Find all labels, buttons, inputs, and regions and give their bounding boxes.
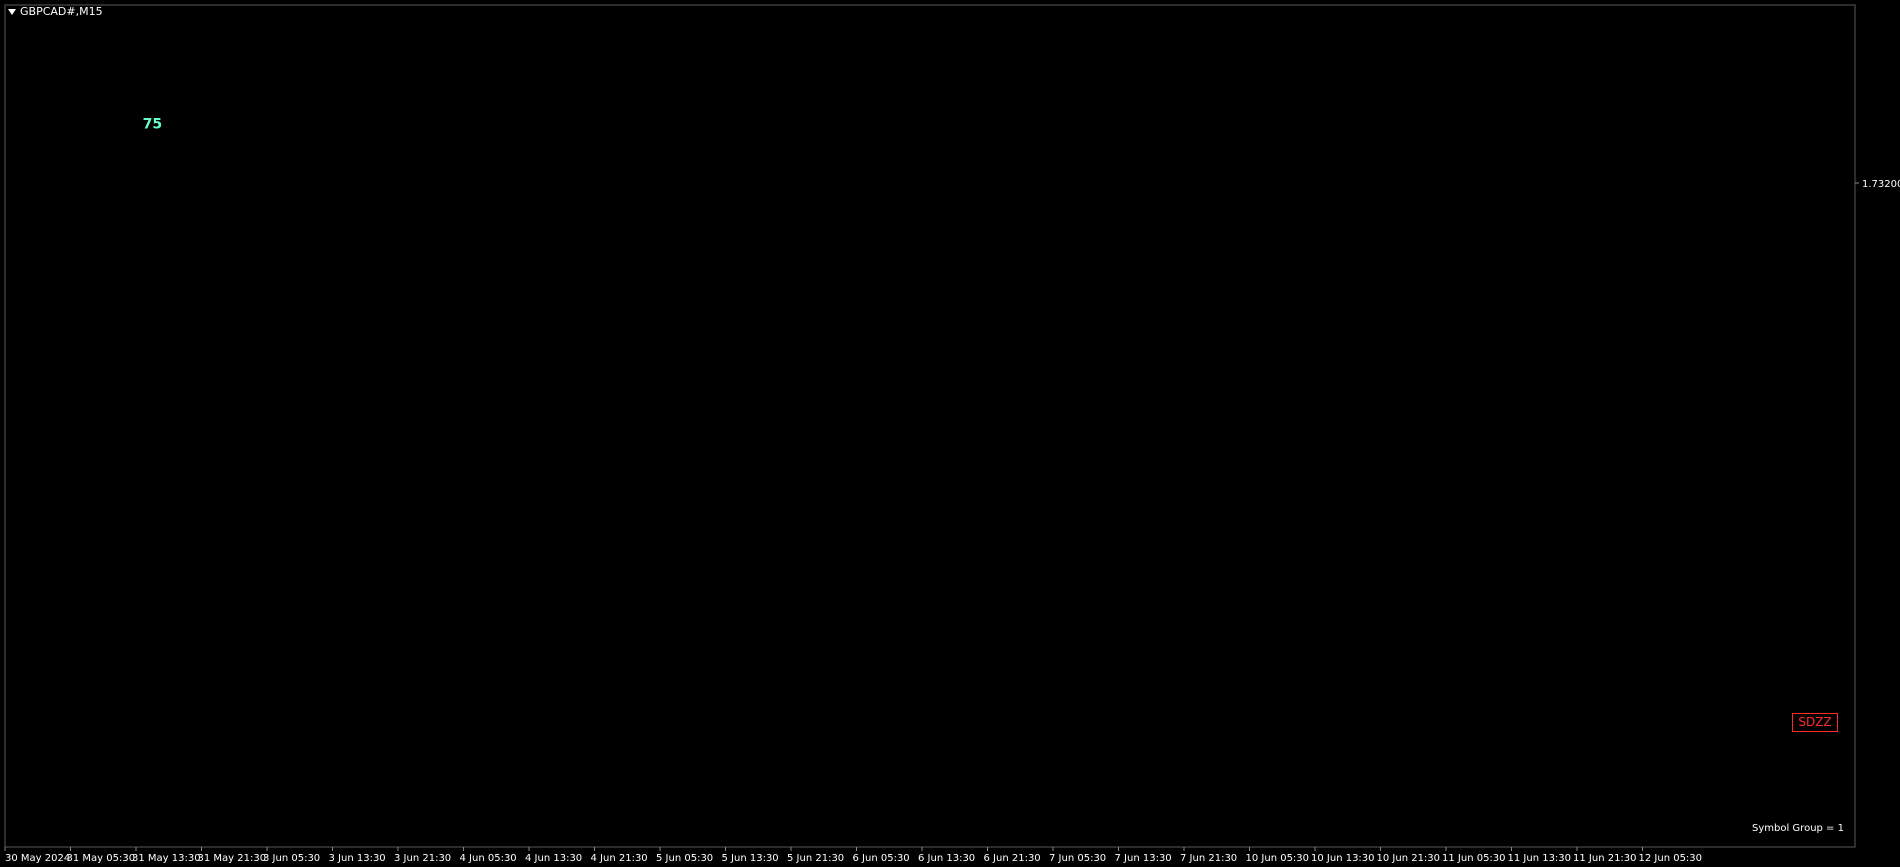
x-tick-label: 7 Jun 05:30 <box>1049 853 1106 864</box>
x-tick-label: 12 Jun 05:30 <box>1639 853 1703 864</box>
x-tick-label: 3 Jun 05:30 <box>263 853 320 864</box>
dropdown-triangle-icon[interactable] <box>8 9 16 15</box>
symbol-title[interactable]: GBPCAD#,M15 <box>8 5 103 18</box>
swing-labels: 95974141445772434056751264268685565 <box>143 117 162 133</box>
x-tick-label: 31 May 21:30 <box>198 853 267 864</box>
swing-low-label: 75 <box>143 117 162 133</box>
x-tick-label: 5 Jun 21:30 <box>787 853 844 864</box>
price-axis: 1.73200 <box>1855 179 1900 190</box>
x-tick-label: 31 May 05:30 <box>67 853 136 864</box>
x-tick-label: 3 Jun 13:30 <box>329 853 386 864</box>
price-chart[interactable]: 1.73200 30 May 202431 May 05:3031 May 13… <box>0 0 1900 867</box>
x-tick-label: 4 Jun 13:30 <box>525 853 582 864</box>
symbol-group-label: Symbol Group = 1 <box>1752 823 1844 834</box>
x-tick-label: 30 May 2024 <box>5 853 70 864</box>
x-tick-label: 3 Jun 21:30 <box>394 853 451 864</box>
x-tick-label: 6 Jun 21:30 <box>984 853 1041 864</box>
x-tick-label: 5 Jun 13:30 <box>722 853 779 864</box>
x-tick-label: 6 Jun 13:30 <box>918 853 975 864</box>
x-tick-label: 7 Jun 13:30 <box>1115 853 1172 864</box>
x-tick-label: 7 Jun 21:30 <box>1180 853 1237 864</box>
y-tick-label: 1.73200 <box>1862 179 1900 190</box>
x-tick-label: 11 Jun 05:30 <box>1442 853 1506 864</box>
x-tick-label: 6 Jun 05:30 <box>853 853 910 864</box>
x-tick-label: 11 Jun 13:30 <box>1508 853 1572 864</box>
x-tick-label: 11 Jun 21:30 <box>1573 853 1637 864</box>
x-tick-label: 4 Jun 05:30 <box>460 853 517 864</box>
x-tick-label: 10 Jun 05:30 <box>1246 853 1310 864</box>
time-axis: 30 May 202431 May 05:3031 May 13:3031 Ma… <box>4 847 1703 864</box>
x-tick-label: 5 Jun 05:30 <box>656 853 713 864</box>
x-tick-label: 10 Jun 13:30 <box>1311 853 1375 864</box>
sdzz-badge[interactable]: SDZZ <box>1792 713 1838 732</box>
x-tick-label: 31 May 13:30 <box>132 853 201 864</box>
symbol-title-text: GBPCAD#,M15 <box>20 5 103 18</box>
x-tick-label: 4 Jun 21:30 <box>591 853 648 864</box>
chart-border <box>4 4 1856 848</box>
x-tick-label: 10 Jun 21:30 <box>1377 853 1441 864</box>
